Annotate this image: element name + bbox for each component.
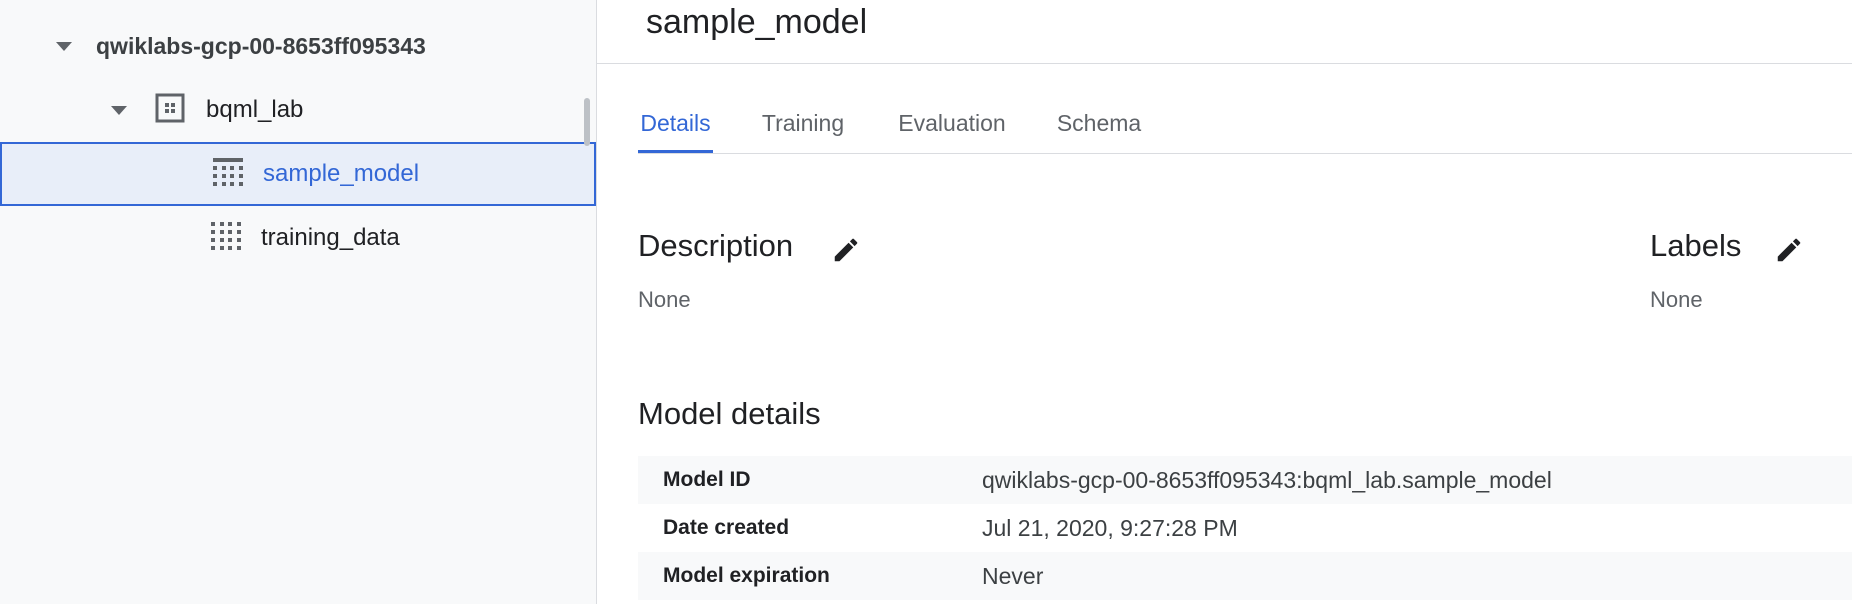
model-details-table: Model ID qwiklabs-gcp-00-8653ff095343:bq… [638, 456, 1852, 600]
project-label: qwiklabs-gcp-00-8653ff095343 [96, 32, 426, 59]
sidebar-scrollbar[interactable] [584, 98, 590, 146]
edit-pencil-icon[interactable] [831, 235, 861, 265]
tree-item-sample-model[interactable]: sample_model [0, 142, 596, 206]
tab-schema[interactable]: Schema [1055, 92, 1143, 154]
tree-item-project[interactable]: qwiklabs-gcp-00-8653ff095343 [0, 16, 596, 76]
description-heading: Description [638, 228, 794, 263]
main-panel: sample_model Details Training Evaluation… [597, 0, 1852, 604]
tree-item-training-data[interactable]: training_data [0, 208, 596, 268]
description-value: None [638, 287, 691, 312]
model-details-heading: Model details [638, 396, 821, 431]
divider [597, 63, 1852, 64]
tree-item-label: training_data [261, 224, 400, 251]
table-row: Model expiration Never [638, 552, 1852, 600]
detail-value: Never [982, 562, 1044, 589]
detail-value: qwiklabs-gcp-00-8653ff095343:bqml_lab.sa… [982, 466, 1552, 493]
caret-down-icon[interactable] [56, 41, 72, 51]
resource-sidebar: qwiklabs-gcp-00-8653ff095343 bqml_lab sa… [0, 0, 597, 604]
tab-details[interactable]: Details [638, 92, 713, 154]
detail-value: Jul 21, 2020, 9:27:28 PM [982, 514, 1238, 541]
detail-key: Model ID [663, 468, 751, 491]
caret-down-icon[interactable] [111, 105, 127, 115]
dataset-label: bqml_lab [206, 96, 304, 123]
table-row: Model ID qwiklabs-gcp-00-8653ff095343:bq… [638, 456, 1852, 504]
tab-evaluation[interactable]: Evaluation [895, 92, 1009, 154]
divider [638, 153, 1852, 154]
edit-pencil-icon[interactable] [1774, 235, 1804, 265]
page-title: sample_model [646, 3, 868, 41]
model-table-icon [213, 157, 243, 191]
tab-training[interactable]: Training [759, 92, 847, 154]
table-row: Date created Jul 21, 2020, 9:27:28 PM [638, 504, 1852, 552]
labels-heading: Labels [1650, 228, 1742, 263]
labels-value: None [1650, 287, 1703, 312]
tab-bar: Details Training Evaluation Schema [638, 92, 1852, 154]
tree-item-label: sample_model [263, 160, 420, 187]
table-icon [211, 221, 241, 255]
tree-item-dataset[interactable]: bqml_lab [0, 80, 596, 140]
detail-key: Model expiration [663, 564, 830, 587]
dataset-icon [155, 93, 185, 128]
detail-key: Date created [663, 516, 790, 539]
